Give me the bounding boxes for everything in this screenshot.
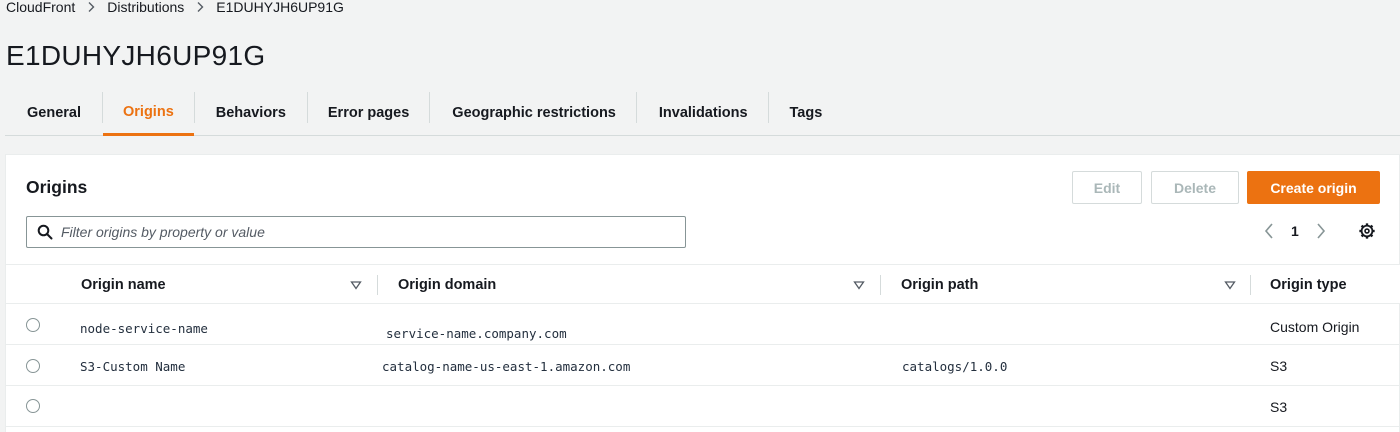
current-page-number[interactable]: 1	[1291, 223, 1299, 239]
column-divider	[1250, 275, 1251, 295]
origin-type-cell: S3	[1270, 358, 1288, 374]
table-row[interactable]: S3	[6, 386, 1400, 427]
column-header-origin-path[interactable]: Origin path	[901, 265, 978, 305]
chevron-right-icon	[192, 0, 208, 15]
tab-general[interactable]: General	[5, 90, 102, 135]
distribution-origins-page: CloudFront Distributions E1DUHYJH6UP91G …	[0, 0, 1400, 432]
filter-field	[26, 216, 686, 248]
table-row[interactable]: node-service-name service-name.company.c…	[6, 304, 1400, 345]
origin-name-cell: S3-Custom Name	[80, 359, 186, 374]
column-header-origin-type[interactable]: Origin type	[1270, 265, 1347, 305]
previous-page-icon[interactable]	[1261, 222, 1277, 240]
breadcrumb: CloudFront Distributions E1DUHYJH6UP91G	[6, 0, 344, 16]
tab-invalidations[interactable]: Invalidations	[637, 90, 768, 135]
column-divider	[880, 275, 881, 295]
settings-gear-icon[interactable]	[1357, 221, 1377, 241]
origins-table: Origin name Origin domain Origin path Or…	[6, 264, 1400, 427]
origins-panel: Origins Edit Delete Create origin 1	[5, 154, 1400, 432]
create-origin-button[interactable]: Create origin	[1247, 171, 1380, 204]
breadcrumb-current: E1DUHYJH6UP91G	[216, 0, 344, 15]
origin-name-cell: node-service-name	[80, 321, 208, 336]
sort-caret-icon[interactable]	[853, 279, 865, 291]
origin-type-cell: S3	[1270, 399, 1288, 415]
chevron-right-icon	[83, 0, 99, 15]
column-header-origin-name[interactable]: Origin name	[81, 265, 166, 305]
table-header: Origin name Origin domain Origin path Or…	[6, 264, 1400, 304]
search-icon	[37, 224, 53, 240]
table-row[interactable]: S3-Custom Name catalog-name-us-east-1.am…	[6, 345, 1400, 386]
tab-origins[interactable]: Origins	[103, 90, 194, 136]
edit-button[interactable]: Edit	[1072, 171, 1142, 204]
sort-caret-icon[interactable]	[1224, 279, 1236, 291]
breadcrumb-cloudfront[interactable]: CloudFront	[6, 0, 75, 15]
pagination: 1	[1261, 221, 1377, 241]
delete-button[interactable]: Delete	[1151, 171, 1239, 204]
next-page-icon[interactable]	[1313, 222, 1329, 240]
row-select-radio[interactable]	[26, 359, 40, 373]
row-select-radio[interactable]	[26, 318, 40, 332]
tab-behaviors[interactable]: Behaviors	[195, 90, 307, 135]
origin-type-cell: Custom Origin	[1270, 319, 1360, 335]
tab-bar: General Origins Behaviors Error pages Ge…	[5, 90, 1400, 136]
origin-domain-cell: service-name.company.com	[386, 326, 567, 341]
row-select-radio[interactable]	[26, 399, 40, 413]
page-title: E1DUHYJH6UP91G	[6, 40, 266, 71]
column-header-origin-domain[interactable]: Origin domain	[398, 265, 496, 305]
breadcrumb-distributions[interactable]: Distributions	[107, 0, 184, 15]
origins-panel-title: Origins	[26, 177, 88, 197]
tab-tags[interactable]: Tags	[769, 90, 843, 135]
column-divider	[377, 275, 378, 295]
tab-error-pages[interactable]: Error pages	[308, 90, 429, 135]
filter-input[interactable]	[61, 224, 661, 240]
origin-domain-cell: catalog-name-us-east-1.amazon.com	[382, 359, 631, 374]
origin-path-cell: catalogs/1.0.0	[902, 359, 1008, 374]
sort-caret-icon[interactable]	[350, 279, 362, 291]
tab-geographic-restrictions[interactable]: Geographic restrictions	[430, 90, 636, 135]
